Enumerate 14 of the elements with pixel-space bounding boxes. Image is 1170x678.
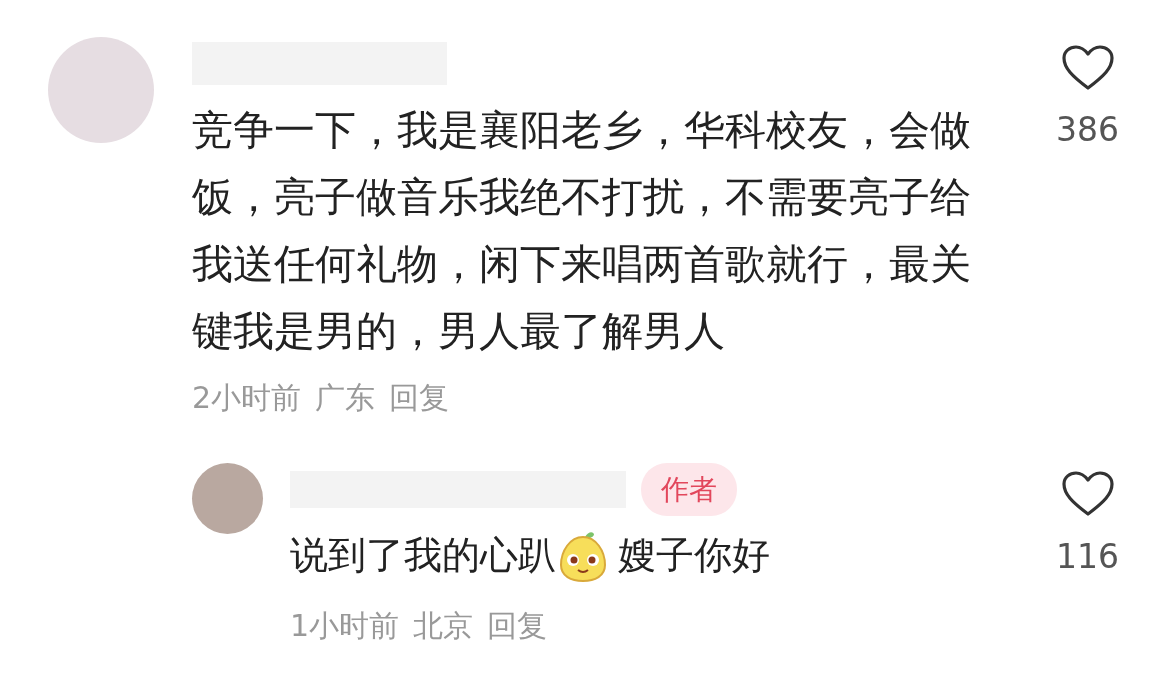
like-count: 116 [1056, 536, 1119, 578]
comment-time: 1小时前 [290, 607, 400, 645]
reply-link[interactable]: 回复 [487, 604, 548, 648]
comment-time: 2小时前 [192, 379, 302, 417]
comment-location: 广东 [315, 379, 376, 417]
author-badge: 作者 [641, 463, 737, 516]
reply-text: 说到了我的心趴 [290, 532, 556, 579]
heart-icon[interactable] [1061, 45, 1114, 91]
comment-location: 北京 [413, 607, 474, 645]
reply-link[interactable]: 回复 [389, 376, 450, 420]
like-count: 386 [1056, 109, 1119, 151]
comment-text: 竞争一下，我是襄阳老乡，华科校友，会做饭，亮子做音乐我绝不打扰，不需要亮子给我送任何礼物，闲下来唱两首歌就行，最关键我是男的，男人最了解男人 [192, 105, 972, 357]
reply-text: 嫂子你好 [618, 532, 770, 579]
heart-icon[interactable] [1061, 471, 1114, 517]
